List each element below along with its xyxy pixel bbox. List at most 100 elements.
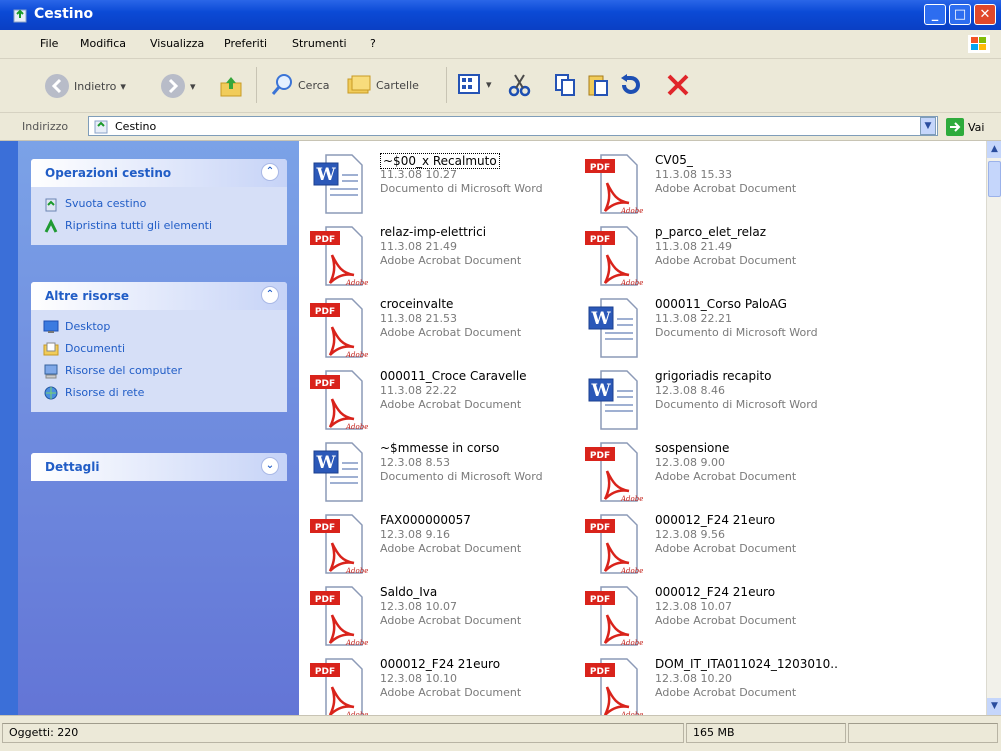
menu-edit[interactable]: Modifica (80, 37, 126, 50)
svg-text:PDF: PDF (590, 523, 610, 533)
copy-button[interactable] (553, 73, 577, 97)
file-icon: PDFAdobe (583, 513, 643, 577)
recycle-bin-icon (13, 9, 27, 23)
scroll-thumb[interactable] (988, 161, 1001, 197)
file-item[interactable]: PDF Adobe croceinvalte 11.3.08 21.53 Adobe A… (308, 297, 578, 367)
delete-button[interactable] (666, 73, 690, 97)
file-item[interactable]: PDF Adobe FAX000000057 12.3.08 9.16 Adobe Ac… (308, 513, 578, 583)
pdf-document-icon: PDFAdobe (310, 514, 368, 575)
back-button[interactable]: Indietro ▾ (44, 73, 126, 99)
collapse-chevron-icon[interactable]: ⌃ (261, 286, 279, 304)
panel-title: Altre risorse (45, 289, 129, 303)
up-folder-button[interactable] (218, 73, 244, 99)
svg-text:PDF: PDF (315, 595, 335, 605)
views-button[interactable]: ▾ (458, 73, 492, 95)
panel-header[interactable]: Operazioni cestino ⌃ (31, 159, 287, 187)
empty-bin-icon (45, 198, 57, 212)
go-label: Vai (968, 120, 985, 134)
pdf-document-icon: PDFAdobe (585, 658, 643, 719)
file-icon: PDFAdobe (583, 657, 643, 721)
file-date: 12.3.08 8.53 (380, 456, 450, 469)
views-dropdown-icon[interactable]: ▾ (486, 78, 492, 91)
link-documents[interactable]: Documenti (31, 338, 287, 360)
undo-button[interactable] (618, 73, 642, 97)
minimize-button[interactable]: _ (924, 4, 946, 25)
vertical-scrollbar[interactable]: ▲ ▼ (986, 141, 1001, 715)
back-dropdown-icon[interactable]: ▾ (120, 80, 126, 93)
file-type: Documento di Microsoft Word (655, 326, 818, 339)
scroll-up-button[interactable]: ▲ (987, 141, 1001, 158)
panel-header[interactable]: Altre risorse ⌃ (31, 282, 287, 310)
file-date: 11.3.08 21.53 (380, 312, 457, 325)
collapse-chevron-icon[interactable]: ⌃ (261, 163, 279, 181)
panel-title: Operazioni cestino (45, 166, 172, 180)
svg-text:W: W (315, 453, 336, 473)
search-button[interactable]: Cerca (270, 73, 330, 97)
address-dropdown-button[interactable]: ▼ (920, 117, 936, 135)
svg-text:Adobe: Adobe (345, 279, 368, 287)
file-item[interactable]: W ~$00_x Recalmuto 11.3.08 10.27 Documento … (308, 153, 578, 223)
panel-header[interactable]: Dettagli ⌄ (31, 453, 287, 481)
svg-text:W: W (315, 165, 336, 185)
file-name: sospensione (655, 441, 730, 455)
menu-help[interactable]: ? (370, 37, 376, 50)
file-name: Saldo_Iva (380, 585, 438, 599)
link-my-computer[interactable]: Risorse del computer (31, 360, 287, 382)
link-network[interactable]: Risorse di rete (31, 382, 287, 404)
svg-text:PDF: PDF (590, 595, 610, 605)
menu-tools[interactable]: Strumenti (292, 37, 347, 50)
file-icon: PDFAdobe (308, 657, 368, 721)
status-size: 165 MB (686, 723, 846, 743)
menu-file[interactable]: File (40, 37, 58, 50)
folders-icon (347, 75, 371, 94)
file-item[interactable]: PDF Adobe sospensione 12.3.08 9.00 Adobe Acr… (583, 441, 853, 511)
file-icon: PDFAdobe (583, 153, 643, 217)
file-item[interactable]: PDF Adobe 000012_F24 21euro 12.3.08 9.56 Ado… (583, 513, 853, 583)
svg-text:PDF: PDF (590, 163, 610, 173)
svg-text:Adobe: Adobe (345, 423, 368, 431)
file-item[interactable]: PDF Adobe 000012_F24 21euro 12.3.08 10.07 Ad… (583, 585, 853, 655)
task-restore-all[interactable]: Ripristina tutti gli elementi (31, 215, 287, 237)
file-type: Documento di Microsoft Word (380, 470, 543, 483)
file-type: Adobe Acrobat Document (380, 398, 522, 411)
svg-text:Adobe: Adobe (345, 351, 368, 359)
address-bar: Indirizzo Cestino ▼ Vai (0, 113, 1001, 141)
go-button[interactable]: Vai (946, 118, 984, 136)
svg-text:Adobe: Adobe (345, 567, 368, 575)
menu-view[interactable]: Visualizza (150, 37, 204, 50)
file-item[interactable]: PDF Adobe 000011_Croce Caravelle 11.3.08 22… (308, 369, 578, 439)
expand-chevron-icon[interactable]: ⌄ (261, 457, 279, 475)
file-date: 12.3.08 8.46 (655, 384, 725, 397)
svg-text:W: W (590, 309, 611, 329)
link-desktop[interactable]: Desktop (31, 316, 287, 338)
file-name: grigoriadis recapito (655, 369, 772, 383)
file-item[interactable]: PDF Adobe relaz-imp-elettrici 11.3.08 21.49… (308, 225, 578, 295)
file-item[interactable]: PDF Adobe p_parco_elet_relaz 11.3.08 21.49 A… (583, 225, 853, 295)
file-item[interactable]: PDF Adobe CV05_ 11.3.08 15.33 Adobe Acrobat … (583, 153, 853, 223)
file-item[interactable]: W 000011_Corso PaloAG 11.3.08 22.21 Documen… (583, 297, 853, 367)
forward-dropdown-icon[interactable]: ▾ (190, 80, 196, 93)
title-bar[interactable]: Cestino _ □ ✕ (0, 0, 1001, 30)
file-name: 000011_Corso PaloAG (655, 297, 787, 311)
file-item[interactable]: PDF Adobe Saldo_Iva 12.3.08 10.07 Adobe Acro… (308, 585, 578, 655)
file-icon: PDFAdobe (308, 297, 368, 361)
link-label: Risorse del computer (65, 364, 183, 377)
forward-button[interactable]: ▾ (160, 73, 196, 99)
file-type: Adobe Acrobat Document (655, 470, 797, 483)
address-field[interactable]: Cestino (88, 116, 938, 136)
folders-button[interactable]: Cartelle (346, 73, 419, 97)
scroll-down-button[interactable]: ▼ (987, 698, 1001, 715)
menu-favorites[interactable]: Preferiti (224, 37, 267, 50)
file-name: 000012_F24 21euro (380, 657, 501, 671)
file-item[interactable]: W ~$mmesse in corso 12.3.08 8.53 Documento … (308, 441, 578, 511)
task-empty-recycle-bin[interactable]: Svuota cestino (31, 193, 287, 215)
close-button[interactable]: ✕ (974, 4, 996, 25)
file-type: Adobe Acrobat Document (380, 326, 522, 339)
cut-button[interactable] (508, 73, 532, 97)
maximize-button[interactable]: □ (949, 4, 971, 25)
file-name: CV05_ (655, 153, 693, 167)
file-type: Adobe Acrobat Document (380, 686, 522, 699)
paste-button[interactable] (586, 73, 610, 97)
pdf-document-icon: PDFAdobe (310, 586, 368, 647)
file-item[interactable]: Wgrigoriadis recapito 12.3.08 8.46 Documen… (583, 369, 853, 439)
